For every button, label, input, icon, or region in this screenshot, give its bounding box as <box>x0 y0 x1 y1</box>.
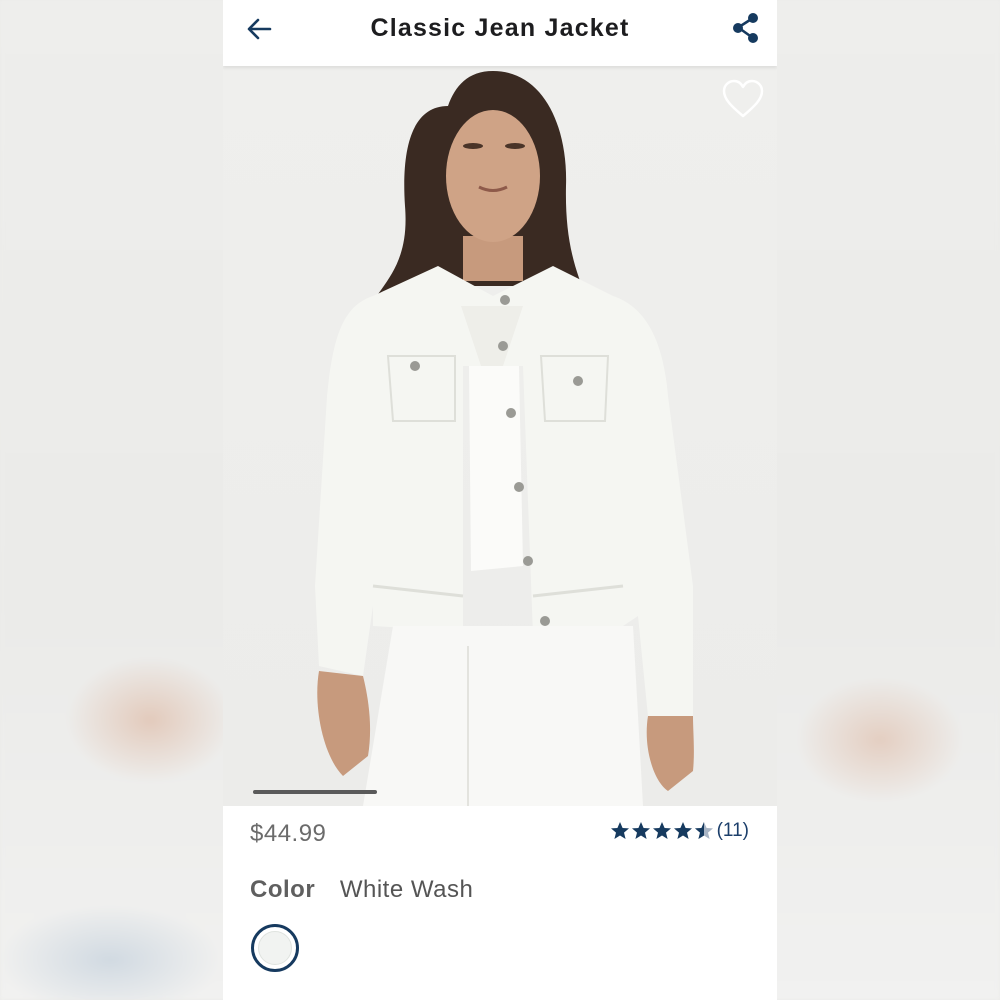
swatch-fill <box>258 931 292 965</box>
share-icon <box>733 13 758 43</box>
star-half-icon <box>694 822 713 839</box>
selected-color-name: White Wash <box>339 876 474 903</box>
product-screen: Classic Jean Jacket $44.99 (11) Color Wh… <box>223 0 777 1000</box>
color-selector-row: Color White Wash <box>250 876 473 904</box>
image-carousel-indicator <box>253 790 377 794</box>
review-count: (11) <box>716 820 749 841</box>
heart-outline-icon <box>722 79 764 118</box>
top-bar: Classic Jean Jacket <box>223 0 777 66</box>
product-image[interactable] <box>223 66 777 806</box>
back-button[interactable] <box>245 14 275 44</box>
rating-summary[interactable]: (11) <box>610 820 749 842</box>
star-filled-icon <box>631 822 650 839</box>
share-button[interactable] <box>731 12 761 44</box>
star-filled-icon <box>652 822 671 839</box>
model-photo <box>315 71 694 806</box>
arrow-left-icon <box>247 18 272 40</box>
star-filled-icon <box>610 822 629 839</box>
favorite-button[interactable] <box>721 78 765 120</box>
star-filled-icon <box>673 822 692 839</box>
color-label: Color <box>250 876 316 903</box>
page-title: Classic Jean Jacket <box>370 14 630 42</box>
rating-stars <box>610 821 714 841</box>
color-swatch-white-wash[interactable] <box>251 924 299 972</box>
product-price: $44.99 <box>250 820 327 847</box>
